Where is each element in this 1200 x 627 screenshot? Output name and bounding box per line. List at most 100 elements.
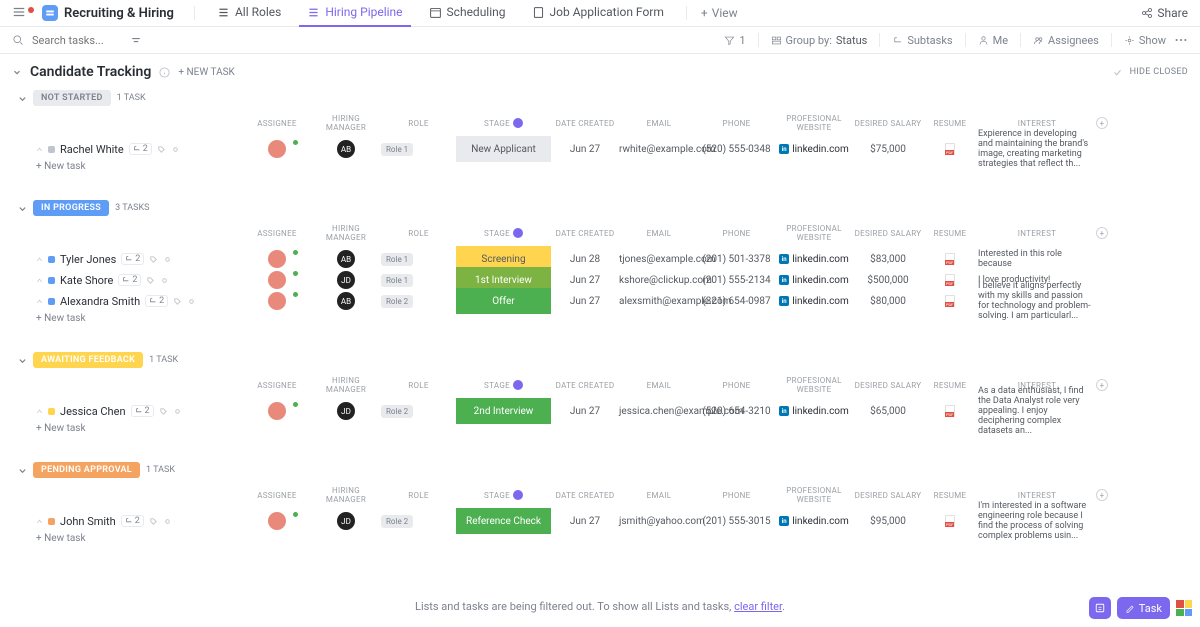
task-name[interactable]: Rachel White	[60, 143, 124, 156]
email-cell[interactable]: rwhite@example.com	[619, 144, 699, 155]
col-role[interactable]: ROLE	[381, 381, 456, 390]
status-dot[interactable]	[48, 518, 55, 525]
search-icon[interactable]	[12, 34, 24, 46]
col-hiring-manager[interactable]: HIRING MANAGER	[311, 486, 381, 504]
task-name[interactable]: Jessica Chen	[60, 405, 126, 418]
collapse-icon[interactable]	[130, 34, 142, 46]
tag-icon[interactable]	[149, 255, 158, 264]
task-row[interactable]: Rachel White2ABRole 1New ApplicantJun 27…	[0, 136, 1200, 157]
hiring-manager-cell[interactable]: AB	[311, 250, 381, 268]
expand-icon[interactable]	[36, 256, 43, 263]
show-button[interactable]: Show	[1124, 34, 1166, 47]
add-view-button[interactable]: + View	[701, 6, 738, 20]
status-dot[interactable]	[48, 146, 55, 153]
subtask-count[interactable]: 2	[121, 253, 144, 265]
role-cell[interactable]: Role 1	[381, 144, 456, 155]
task-name[interactable]: Tyler Jones	[60, 253, 116, 266]
resume-cell[interactable]: PDF	[922, 515, 978, 527]
stage-cell[interactable]: Offer	[456, 288, 551, 314]
col-resume[interactable]: RESUME	[922, 381, 978, 390]
subtask-count[interactable]: 2	[121, 515, 144, 527]
resume-cell[interactable]: PDF	[922, 295, 978, 307]
status-chip[interactable]: PENDING APPROVAL	[33, 462, 140, 478]
col-role[interactable]: ROLE	[381, 229, 456, 238]
col-email[interactable]: EMAIL	[619, 119, 699, 128]
link-icon[interactable]	[163, 255, 172, 264]
link-icon[interactable]	[187, 297, 196, 306]
hiring-manager-cell[interactable]: AB	[311, 292, 381, 310]
website-cell[interactable]: inlinkedin.com	[774, 406, 854, 417]
add-column-button[interactable]: +	[1096, 379, 1108, 391]
task-row[interactable]: Alexandra Smith2ABRole 2OfferJun 27alexs…	[0, 288, 1200, 309]
col-date[interactable]: DATE CREATED	[551, 491, 619, 500]
col-phone[interactable]: PHONE	[699, 381, 774, 390]
website-cell[interactable]: inlinkedin.com	[774, 144, 854, 155]
new-task-fab[interactable]: Task	[1117, 597, 1170, 619]
col-interest[interactable]: INTEREST	[978, 229, 1096, 238]
hiring-manager-cell[interactable]: JD	[311, 402, 381, 420]
col-email[interactable]: EMAIL	[619, 229, 699, 238]
link-icon[interactable]	[173, 407, 182, 416]
stage-cell[interactable]: New Applicant	[456, 136, 551, 162]
notepad-fab[interactable]	[1089, 597, 1111, 619]
status-dot[interactable]	[48, 277, 55, 284]
col-assignee[interactable]: ASSIGNEE	[243, 119, 311, 128]
hiring-manager-cell[interactable]: JD	[311, 271, 381, 289]
col-hiring-manager[interactable]: HIRING MANAGER	[311, 114, 381, 132]
status-chip[interactable]: IN PROGRESS	[33, 200, 109, 216]
col-resume[interactable]: RESUME	[922, 491, 978, 500]
caret-down-icon[interactable]	[12, 67, 22, 77]
link-icon[interactable]	[160, 276, 169, 285]
task-name[interactable]: John Smith	[60, 515, 116, 528]
email-cell[interactable]: kshore@clickup.com	[619, 275, 699, 286]
status-chip[interactable]: AWAITING FEEDBACK	[33, 352, 143, 368]
resume-cell[interactable]: PDF	[922, 143, 978, 155]
hiring-manager-cell[interactable]: JD	[311, 512, 381, 530]
assignee-cell[interactable]	[243, 140, 311, 158]
resume-cell[interactable]: PDF	[922, 405, 978, 417]
email-cell[interactable]: jessica.chen@example.com	[619, 406, 699, 417]
more-icon[interactable]	[1174, 33, 1188, 47]
col-assignee[interactable]: ASSIGNEE	[243, 381, 311, 390]
task-row[interactable]: John Smith2JDRole 2Reference CheckJun 27…	[0, 508, 1200, 529]
resume-cell[interactable]: PDF	[922, 274, 978, 286]
clear-filter-link[interactable]: clear filter	[734, 600, 782, 613]
tag-icon[interactable]	[149, 517, 158, 526]
tag-icon[interactable]	[159, 407, 168, 416]
col-phone[interactable]: PHONE	[699, 119, 774, 128]
subtasks-button[interactable]: Subtasks	[892, 34, 952, 47]
caret-down-icon[interactable]	[18, 356, 27, 365]
task-name[interactable]: Kate Shore	[60, 274, 113, 287]
hide-closed-button[interactable]: HIDE CLOSED	[1130, 67, 1188, 77]
col-stage[interactable]: STAGE	[456, 228, 551, 238]
stage-cell[interactable]: 2nd Interview	[456, 398, 551, 424]
task-row[interactable]: Jessica Chen2JDRole 22nd InterviewJun 27…	[0, 398, 1200, 419]
assignee-cell[interactable]	[243, 292, 311, 310]
col-role[interactable]: ROLE	[381, 119, 456, 128]
expand-icon[interactable]	[36, 277, 43, 284]
col-date[interactable]: DATE CREATED	[551, 381, 619, 390]
col-interest[interactable]: INTEREST	[978, 119, 1096, 128]
role-cell[interactable]: Role 2	[381, 516, 456, 527]
website-cell[interactable]: inlinkedin.com	[774, 254, 854, 265]
col-date[interactable]: DATE CREATED	[551, 119, 619, 128]
search-input[interactable]	[32, 34, 122, 47]
add-column-button[interactable]: +	[1096, 227, 1108, 239]
col-assignee[interactable]: ASSIGNEE	[243, 491, 311, 500]
col-resume[interactable]: RESUME	[922, 119, 978, 128]
tab-hiring-pipeline[interactable]: Hiring Pipeline	[299, 0, 410, 27]
assignee-cell[interactable]	[243, 512, 311, 530]
role-cell[interactable]: Role 1	[381, 275, 456, 286]
filter-button[interactable]: 1	[724, 34, 745, 47]
col-email[interactable]: EMAIL	[619, 381, 699, 390]
assignee-cell[interactable]	[243, 402, 311, 420]
tab-all-roles[interactable]: All Roles	[209, 0, 289, 27]
col-stage[interactable]: STAGE	[456, 118, 551, 128]
tag-icon[interactable]	[173, 297, 182, 306]
caret-down-icon[interactable]	[18, 94, 27, 103]
subtask-count[interactable]: 2	[118, 274, 141, 286]
website-cell[interactable]: inlinkedin.com	[774, 275, 854, 286]
col-phone[interactable]: PHONE	[699, 229, 774, 238]
info-icon[interactable]	[159, 67, 170, 78]
add-column-button[interactable]: +	[1096, 117, 1108, 129]
